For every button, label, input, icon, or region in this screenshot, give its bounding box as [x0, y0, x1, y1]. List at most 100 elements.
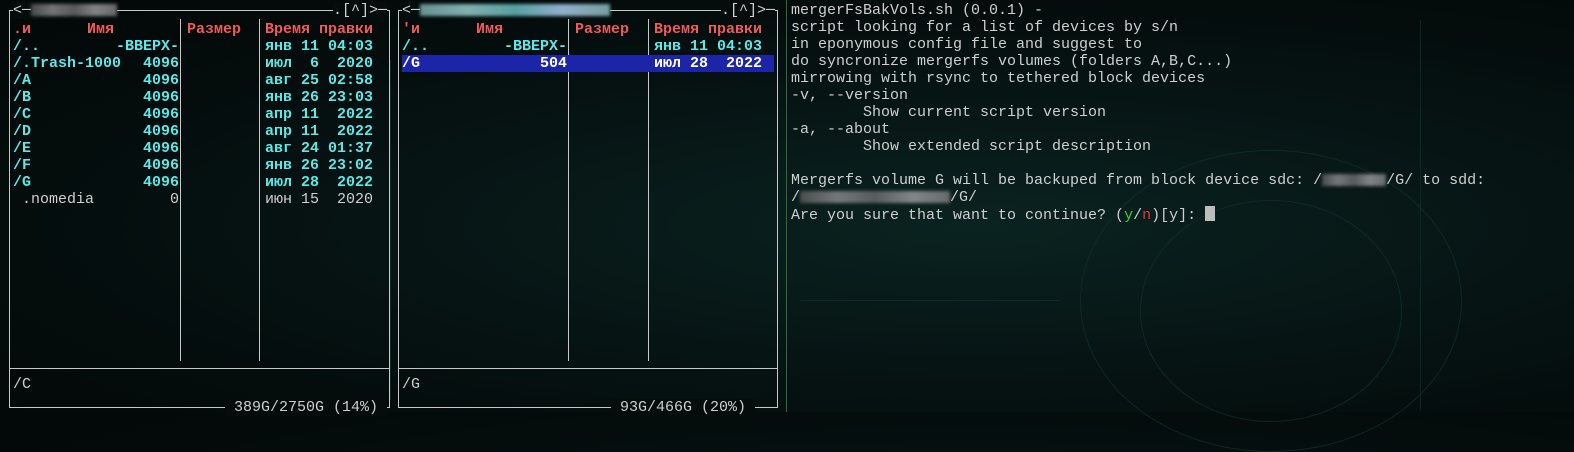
file-row[interactable]: /C 4096 апр 11 2022: [13, 106, 387, 123]
panel-corner-left[interactable]: <─: [402, 2, 420, 19]
file-row[interactable]: /B 4096 янв 26 23:03: [13, 89, 387, 106]
panel-status-separator: [399, 368, 777, 369]
file-size: 4096: [142, 72, 179, 89]
text-cursor[interactable]: [1205, 206, 1216, 221]
file-row[interactable]: /G 4096 июл 28 2022: [13, 174, 387, 191]
prompt-yes-option: y: [1124, 207, 1134, 224]
right-file-panel[interactable]: <─ .[^]>─ 'и Имя Размер Время правки /..…: [398, 2, 778, 416]
file-size: 4096: [142, 140, 179, 157]
sort-indicator[interactable]: .и: [13, 21, 31, 38]
file-row[interactable]: .nomedia 0 июн 15 2020: [13, 191, 387, 208]
redacted-path: [800, 191, 951, 204]
column-header-name[interactable]: Имя: [476, 21, 503, 38]
backup-text: /G/ to sdd:: [1386, 172, 1486, 189]
panel-corner-left[interactable]: <─: [13, 2, 31, 19]
file-row[interactable]: /G 504 июл 28 2022: [402, 55, 774, 72]
terminal-line: -a, --about: [791, 121, 891, 138]
terminal-line: mergerFsBakVols.sh (0.0.1) -: [791, 2, 1044, 19]
prompt-text: )[y]:: [1151, 207, 1206, 224]
prompt-text: /: [1133, 207, 1143, 224]
disk-usage: 389G/2750G (14%): [224, 399, 387, 416]
file-row[interactable]: /F 4096 янв 26 23:02: [13, 157, 387, 174]
file-mtime: июл 6 2020: [265, 55, 374, 72]
terminal-line: Show extended script description: [791, 138, 1152, 155]
file-mtime: янв 26 23:02: [265, 157, 374, 174]
terminal-line: Show current script version: [791, 104, 1107, 121]
column-header-size[interactable]: Размер: [187, 21, 241, 38]
terminal-line: script looking for a list of devices by …: [791, 19, 1179, 36]
file-mtime: янв 11 04:03: [654, 38, 763, 55]
redacted-path: [1322, 174, 1387, 187]
right-panel-header: <─: [402, 2, 611, 19]
status-path: /C: [13, 376, 32, 393]
file-name: /G: [402, 55, 421, 72]
background-trace: [1420, 20, 1561, 410]
background-trace: [800, 300, 1060, 381]
column-header-mtime[interactable]: Время правки: [265, 21, 373, 38]
file-name: /C: [13, 106, 32, 123]
right-panel-header-right[interactable]: .[^]>─: [720, 2, 775, 19]
file-row[interactable]: /E 4096 авг 24 01:37: [13, 140, 387, 157]
file-row[interactable]: /.. -ВВЕРХ-янв 11 04:03: [402, 38, 774, 55]
file-mtime: апр 11 2022: [265, 106, 374, 123]
terminal-line: mirrowing with rsync to tethered block d…: [791, 70, 1206, 87]
sort-indicator[interactable]: 'и: [402, 21, 420, 38]
file-row[interactable]: /A 4096 авг 25 02:58: [13, 72, 387, 89]
file-size: 504: [539, 55, 567, 72]
file-mtime: июл 28 2022: [265, 174, 374, 191]
background-trace: [390, 60, 391, 400]
terminal-line: do syncronize mergerfs volumes (folders …: [791, 53, 1233, 70]
file-row[interactable]: /.Trash-1000 4096 июл 6 2020: [13, 55, 387, 72]
status-path: /G: [402, 376, 421, 393]
prompt-text: Are you sure that want to continue? (: [791, 207, 1125, 224]
file-size: 4096: [142, 89, 179, 106]
terminal-line: in eponymous config file and suggest to: [791, 36, 1143, 53]
column-header-mtime[interactable]: Время правки: [654, 21, 762, 38]
column-header-row: 'и Имя Размер Время правки: [402, 21, 774, 38]
file-name: /E: [13, 140, 32, 157]
panel-status-separator: [10, 368, 389, 369]
file-mtime: авг 24 01:37: [265, 140, 374, 157]
file-size: 4096: [142, 157, 179, 174]
file-size: 4096: [142, 174, 179, 191]
panel-history-button[interactable]: .[^]>─: [333, 2, 387, 19]
file-name: /..: [13, 38, 41, 55]
backup-line-2: / /G/: [791, 189, 977, 206]
backup-text: Mergerfs volume G will be backuped from …: [791, 172, 1323, 189]
file-name: /F: [13, 157, 32, 174]
panel-history-button[interactable]: .[^]>─: [721, 2, 775, 19]
backup-line-1: Mergerfs volume G will be backuped from …: [791, 172, 1485, 189]
column-header-name[interactable]: Имя: [87, 21, 114, 38]
background-circle: [1140, 200, 1402, 422]
column-header-size[interactable]: Размер: [575, 21, 629, 38]
file-mtime: янв 26 23:03: [265, 89, 374, 106]
file-name: /A: [13, 72, 32, 89]
disk-usage: 93G/466G (20%): [610, 399, 755, 416]
left-panel-header-right[interactable]: .[^]>─: [332, 2, 387, 19]
file-size: -ВВЕРХ-: [115, 38, 179, 55]
column-header-row: .и Имя Размер Время правки: [13, 21, 387, 38]
file-row[interactable]: /D 4096 апр 11 2022: [13, 123, 387, 140]
file-mtime: авг 25 02:58: [265, 72, 374, 89]
confirm-prompt[interactable]: Are you sure that want to continue? (y/n…: [791, 206, 1216, 224]
left-file-panel[interactable]: <─ .[^]>─ .и Имя Размер Время правки /..…: [9, 2, 390, 416]
file-size: 4096: [142, 106, 179, 123]
file-size: 4096: [142, 123, 179, 140]
backup-text: /G/: [950, 189, 978, 206]
redacted-path: [31, 4, 118, 17]
file-size: -ВВЕРХ-: [503, 38, 567, 55]
redacted-path: [420, 4, 611, 17]
backup-text: /: [791, 189, 801, 206]
terminal-line: -v, --version: [791, 87, 909, 104]
file-name: /G: [13, 174, 32, 191]
file-name: /B: [13, 89, 32, 106]
pane-divider[interactable]: [786, 0, 787, 412]
left-panel-header: <─: [13, 2, 118, 19]
file-mtime: янв 11 04:03: [265, 38, 374, 55]
file-mtime: июл 28 2022: [654, 55, 763, 72]
file-size: 4096: [142, 55, 179, 72]
prompt-no-option: n: [1142, 207, 1152, 224]
file-row[interactable]: /.. -ВВЕРХ-янв 11 04:03: [13, 38, 387, 55]
file-name: /..: [402, 38, 430, 55]
file-name: /D: [13, 123, 32, 140]
